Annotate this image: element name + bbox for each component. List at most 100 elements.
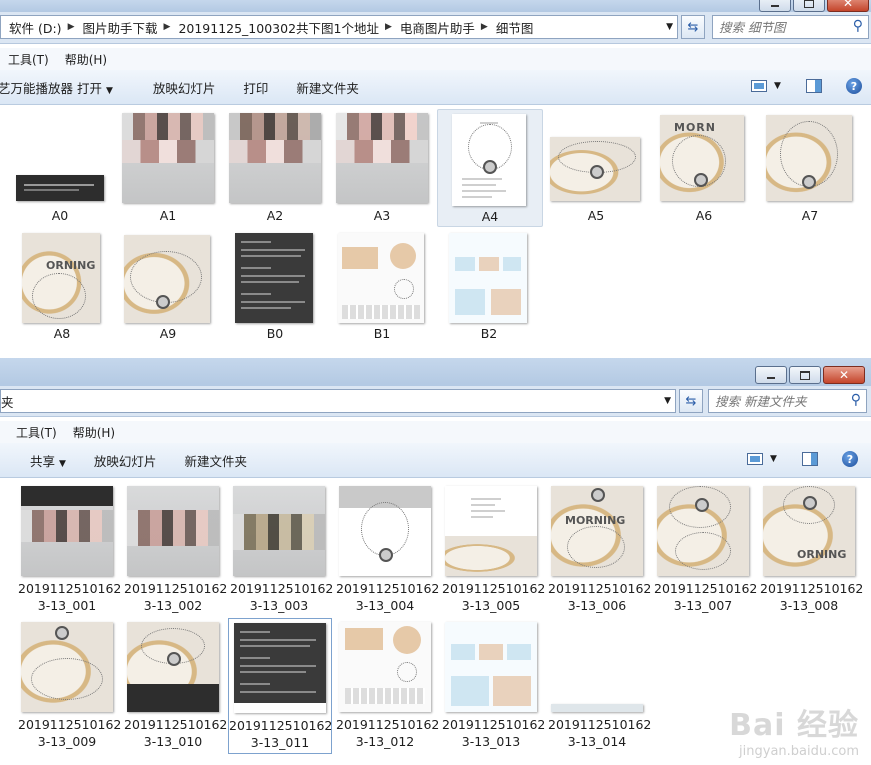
watermark-logo: Bai 经验 [729,708,859,743]
file-item[interactable]: 2019112510162 3-13_005 [442,484,545,614]
menu-tools[interactable]: 工具(T) [8,424,65,441]
file-item[interactable]: 2019112510162 3-13_004 [336,484,440,614]
minimize-button[interactable] [759,0,791,12]
chevron-down-icon[interactable]: ▼ [770,454,777,464]
file-item[interactable]: B2 [441,227,537,347]
search-icon[interactable]: ⚲ [853,18,863,34]
file-item[interactable]: 2019112510162 3-13_014 [548,620,652,750]
command-bar: 共享 ▼ 放映幻灯片 新建文件夹 ▼ ? [0,443,871,478]
open-with-button[interactable]: 艺万能播放器 打开 ▼ [0,78,127,97]
views-icon[interactable] [748,77,770,95]
breadcrumb-separator[interactable]: ▶ [164,22,171,32]
file-item[interactable]: A9 [120,227,216,347]
thumbnail [445,486,537,576]
explorer-window-detail: ✕ 软件 (D:) ▶ 图片助手下载 ▶ 20191125_100302共下图1个地… [0,0,871,356]
thumbnail [127,486,219,576]
file-item[interactable]: A2 [227,105,323,225]
file-item[interactable]: 2019112510162 3-13_002 [124,484,228,614]
thumbnail: MORNING [551,486,643,576]
refresh-icon[interactable]: ⇆ [681,15,705,39]
file-item[interactable]: ORNING A8 [14,227,110,347]
file-item[interactable]: 2019112510162 3-13_001 [18,484,121,614]
breadcrumb-folder-1[interactable]: 图片助手下载 [75,18,164,37]
file-item[interactable]: 2019112510162 3-13_013 [442,620,545,750]
thumbnail [16,175,104,201]
address-bar[interactable]: 软件 (D:) ▶ 图片助手下载 ▶ 20191125_100302共下图1个地址 ▶… [0,15,678,39]
search-icon[interactable]: ⚲ [851,392,861,408]
maximize-button[interactable] [789,366,821,384]
file-name: 2019112510162 3-13_002 [124,581,228,613]
breadcrumb-separator[interactable]: ▶ [385,22,392,32]
file-name: 2019112510162 3-13_010 [124,717,228,749]
file-item[interactable]: MORN A6 [656,105,752,225]
breadcrumb-drive[interactable]: 软件 (D:) [1,18,68,37]
breadcrumb-current[interactable]: 细节图 [488,18,540,37]
file-name: 2019112510162 3-13_004 [336,581,440,613]
file-item[interactable]: 2019112510162 3-13_007 [654,484,757,614]
thumbnail [452,114,526,206]
file-item[interactable]: B0 [227,227,323,347]
menu-tools[interactable]: 工具(T) [0,51,57,68]
preview-pane-icon[interactable] [803,77,825,95]
breadcrumb-folder-3[interactable]: 电商图片助手 [392,18,481,37]
close-button[interactable]: ✕ [823,366,865,384]
file-item[interactable]: 2019112510162 3-13_003 [230,484,333,614]
file-item[interactable]: 2019112510162 3-13_012 [336,620,439,750]
file-item[interactable]: ORNING 2019112510162 3-13_008 [760,484,863,614]
breadcrumb-current[interactable]: 夹 [1,392,20,411]
address-row: 夹 ▼ ⇆ ⚲ [0,386,871,417]
breadcrumb-separator[interactable]: ▶ [68,22,75,32]
help-icon[interactable]: ? [841,451,858,467]
close-button[interactable]: ✕ [827,0,869,12]
search-input[interactable] [709,392,866,410]
search-box[interactable]: ⚲ [712,15,869,39]
chevron-down-icon[interactable]: ▼ [666,22,673,32]
new-folder-button[interactable]: 新建文件夹 [170,451,261,470]
thumbnail [766,115,852,201]
file-item[interactable]: A5 [548,105,644,225]
file-name: B1 [373,326,391,341]
address-bar[interactable]: 夹 ▼ [0,389,676,413]
share-button[interactable]: 共享 ▼ [16,451,80,470]
title-bar: ✕ [0,358,871,386]
thumbnail [127,622,219,712]
menu-bar: 工具(T) 帮助(H) [0,48,871,70]
chevron-down-icon[interactable]: ▼ [774,81,781,91]
file-item[interactable]: A1 [120,105,216,225]
file-name: B0 [266,326,284,341]
search-input[interactable] [713,18,868,36]
file-item[interactable]: B1 [334,227,430,347]
chevron-down-icon[interactable]: ▼ [664,396,671,406]
menu-help[interactable]: 帮助(H) [65,424,123,441]
thumbnail [21,486,113,576]
views-icon[interactable] [744,450,766,468]
file-item[interactable]: A0 [14,105,106,225]
file-item[interactable]: 2019112510162 3-13_010 [124,620,228,750]
file-item[interactable]: A7 [762,105,858,225]
breadcrumb-folder-2[interactable]: 20191125_100302共下图1个地址 [170,18,385,37]
file-item[interactable]: A3 [334,105,430,225]
menu-help[interactable]: 帮助(H) [57,51,115,68]
slideshow-button[interactable]: 放映幻灯片 [139,78,230,97]
file-name: A7 [801,208,819,223]
minimize-button[interactable] [755,366,787,384]
file-item[interactable]: MORNING 2019112510162 3-13_006 [548,484,651,614]
breadcrumb-separator[interactable]: ▶ [481,22,488,32]
file-item-focused[interactable]: 2019112510162 3-13_011 [228,618,332,754]
preview-pane-icon[interactable] [799,450,821,468]
thumbnail: MORN [660,115,744,201]
thumbnail [339,486,431,576]
file-item-selected[interactable]: A4 [437,109,543,227]
search-box[interactable]: ⚲ [708,389,867,413]
slideshow-button[interactable]: 放映幻灯片 [80,451,171,470]
file-item[interactable]: 2019112510162 3-13_009 [18,620,121,750]
thumbnail [21,622,113,712]
help-icon[interactable]: ? [845,78,862,94]
file-name: 2019112510162 3-13_014 [548,717,652,749]
maximize-button[interactable] [793,0,825,12]
thumbnail: ORNING [763,486,855,576]
new-folder-button[interactable]: 新建文件夹 [282,78,373,97]
refresh-icon[interactable]: ⇆ [679,389,703,413]
file-name: A5 [587,208,605,223]
print-button[interactable]: 打印 [229,78,282,97]
